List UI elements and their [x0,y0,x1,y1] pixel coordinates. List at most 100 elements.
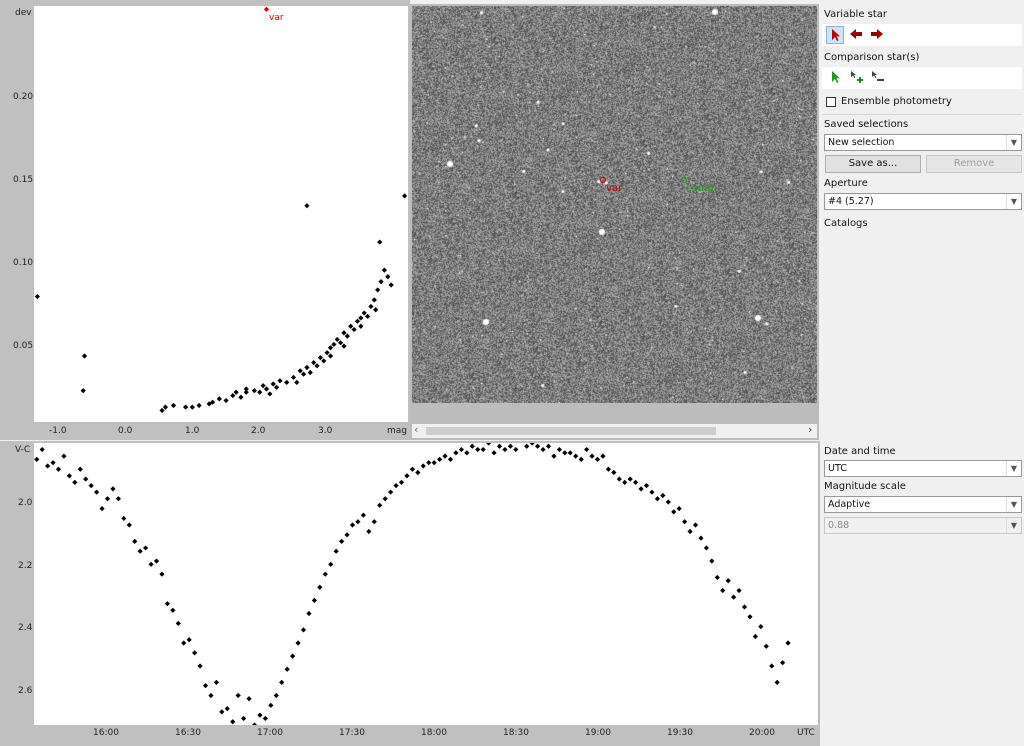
ensemble-photometry-label[interactable]: Ensemble photometry [841,96,952,107]
star-data-point [361,310,367,316]
light-curve-point [758,624,764,630]
star-data-point [364,313,371,319]
noise-plot-y-tick: 0.15 [13,175,34,185]
star-data-point [277,378,283,384]
light-curve-point [665,499,671,505]
light-curve-x-tick: 19:00 [585,728,611,738]
comparison-star-label: Comparison star(s) [824,52,920,63]
ensemble-photometry-checkbox[interactable] [826,97,836,107]
light-curve-point [61,453,67,459]
light-curve-x-title: UTC [797,728,815,738]
star-data-point [267,391,273,397]
aperture-dropdown[interactable]: #4 (5.27) ▼ [824,193,1022,210]
star-data-point [314,363,320,369]
noise-plot-y-title: dev [15,8,32,18]
light-curve-point [246,696,252,702]
light-curve-point [159,571,165,577]
light-curve-point [442,453,448,459]
light-curve-point [137,548,143,554]
scale-value: 0.88 [828,520,850,531]
var-highlight-label: var [269,13,284,23]
light-curve-point [540,446,546,453]
chevron-down-icon: ▼ [1006,497,1021,512]
noise-plot-x-title: mag [387,426,407,436]
previous-variable-arrow-icon[interactable] [847,26,865,44]
date-time-dropdown[interactable]: UTC ▼ [824,460,1022,477]
light-curve-point [649,489,655,495]
add-comparison-icon[interactable] [847,69,865,87]
remove-comparison-icon[interactable] [868,69,886,87]
star-data-point [375,287,381,293]
star-data-point [260,383,266,389]
star-data-point [294,379,300,385]
light-curve-point [611,469,617,476]
star-data-point [341,330,347,336]
light-curve-point [251,722,258,725]
save-as-button[interactable]: Save as... [825,155,921,173]
star-data-point [251,388,257,394]
light-curve-point [186,637,192,643]
light-curve-point [328,561,334,567]
chevron-down-icon: ▼ [1006,194,1021,209]
light-curve-point [420,463,426,469]
star-data-point [377,239,383,245]
star-data-point [321,358,327,364]
light-curve-point [88,483,94,489]
light-curve-point [143,545,149,551]
noise-plot-x-tick: 1.0 [185,426,200,436]
image-hscrollbar-thumb[interactable] [426,427,716,435]
light-curve-point [72,479,78,485]
light-curve-point [55,466,62,472]
star-data-point [34,293,40,300]
light-curve-point [104,496,111,502]
star-data-point [344,333,350,339]
star-data-point [378,279,384,285]
saved-selections-dropdown[interactable]: New selection ▼ [824,134,1022,151]
star-data-point [162,404,169,410]
star-data-point [270,381,276,387]
light-curve-point [464,450,470,456]
light-curve-point [132,538,138,544]
magnitude-scale-dropdown[interactable]: Adaptive ▼ [824,496,1022,513]
remove-selection-button[interactable]: Remove [926,155,1022,173]
noise-plot-x-tick: -1.0 [49,426,67,436]
noise-plot-x-tick: 0.0 [118,426,133,436]
light-curve-point [192,650,198,656]
star-field-image[interactable] [412,6,817,403]
star-data-point [348,323,354,329]
star-data-point [263,386,270,392]
star-data-point [351,326,357,333]
light-curve-point [164,601,170,607]
star-data-point [284,379,290,385]
light-curve-x-tick: 16:00 [93,728,119,738]
star-data-point [307,369,313,376]
light-curve-point [578,456,584,462]
light-curve-point [77,466,83,472]
light-curve-point [99,505,105,512]
light-curve-point [780,660,786,666]
light-curve-point [393,483,399,489]
scale-value-dropdown[interactable]: 0.88 ▼ [824,517,1022,534]
light-curve-point [355,519,361,525]
light-curve-point [709,558,715,564]
light-curve-point [453,450,459,456]
star-data-point [304,203,310,209]
star-data-point [358,323,364,329]
star-data-point [230,392,236,399]
light-curve-point [333,548,339,554]
scroll-right-icon[interactable]: › [808,423,812,436]
next-variable-arrow-icon[interactable] [868,26,886,44]
light-curve-point [295,640,301,646]
light-curve-point [404,473,410,479]
light-curve-point [83,476,89,482]
select-variable-cursor-icon[interactable] [826,26,844,44]
star-data-point [327,353,334,359]
star-data-point [371,297,377,303]
scroll-left-icon[interactable]: ‹ [414,423,418,436]
select-comparison-cursor-icon[interactable] [826,69,844,87]
star-data-point [373,307,379,313]
light-curve-point [262,715,268,722]
light-curve-point [311,597,317,603]
light-curve-point [502,446,508,453]
light-curve-point [594,456,601,462]
